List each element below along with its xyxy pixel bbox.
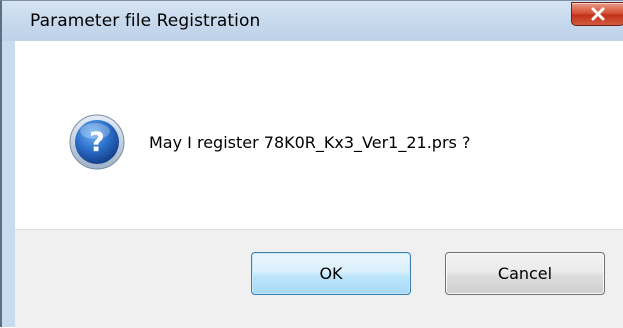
question-icon: ? <box>68 113 126 171</box>
title-bar[interactable]: Parameter file Registration <box>2 1 623 41</box>
close-button[interactable] <box>571 2 623 26</box>
dialog-window: Parameter file Registration ? May I regi… <box>0 0 623 328</box>
svg-text:?: ? <box>89 127 105 158</box>
button-bar: OK Cancel <box>15 229 623 328</box>
cancel-button[interactable]: Cancel <box>445 252 605 295</box>
ok-button[interactable]: OK <box>251 252 411 295</box>
dialog-content: ? May I register 78K0R_Kx3_Ver1_21.prs ? <box>15 41 623 229</box>
window-title: Parameter file Registration <box>30 11 261 31</box>
close-icon <box>590 7 606 21</box>
message-text: May I register 78K0R_Kx3_Ver1_21.prs ? <box>149 133 471 152</box>
